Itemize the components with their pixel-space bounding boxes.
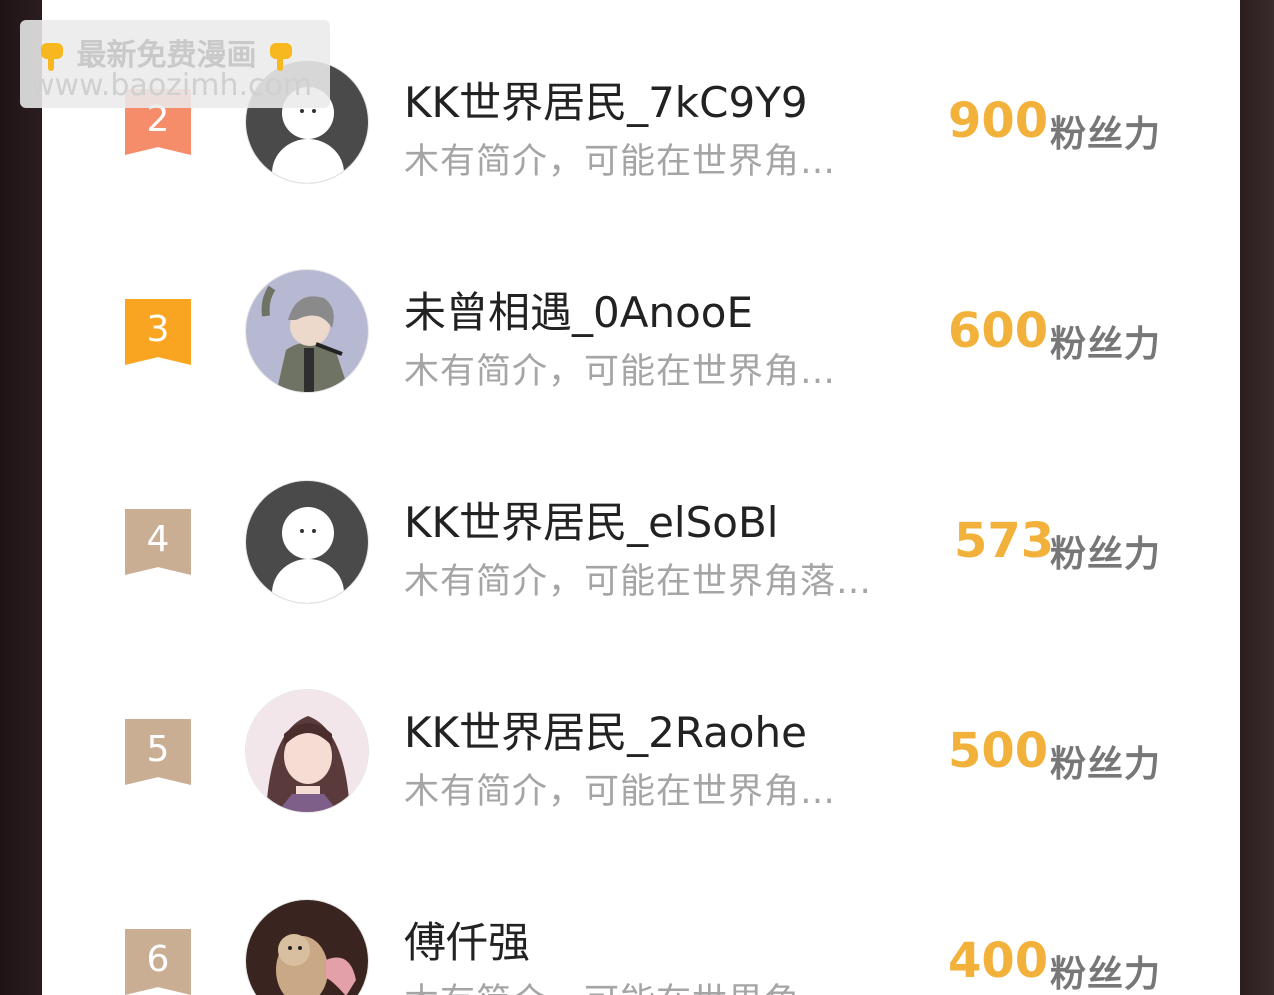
avatar[interactable] <box>245 689 369 813</box>
rank-badge: 6 <box>125 929 191 995</box>
user-bio: 木有简介，可能在世界角… <box>404 772 837 812</box>
fan-unit-label: 粉丝力 <box>1050 114 1162 155</box>
list-item[interactable]: 3 未曾相遇_0AnooE 木有简介，可能在世界角… 600 粉丝力 <box>42 257 1240 407</box>
fan-score: 600 <box>948 303 1049 359</box>
avatar[interactable] <box>245 480 369 604</box>
user-name[interactable]: 傅仟强 <box>404 909 530 970</box>
fan-score: 500 <box>948 723 1049 779</box>
fan-unit-label: 粉丝力 <box>1050 324 1162 365</box>
rank-badge: 3 <box>125 299 191 365</box>
fan-score: 400 <box>948 933 1049 989</box>
fan-unit-label: 粉丝力 <box>1050 534 1162 575</box>
list-item[interactable]: 5 KK世界居民_2Raohe 木有简介，可能在世界角… 500 粉丝力 <box>42 677 1240 827</box>
user-bio: 木有简介，可能在世界角… <box>404 352 837 392</box>
fan-ranking-list: 2 KK世界居民_7kC9Y9 木有简介，可能在世界角… 900 粉丝力 3 未… <box>42 0 1240 995</box>
list-item[interactable]: 4 KK世界居民_elSoBl 木有简介，可能在世界角落… 573 粉丝力 <box>42 467 1240 617</box>
rank-badge: 4 <box>125 509 191 575</box>
fan-score: 573 <box>954 513 1055 569</box>
user-name[interactable]: KK世界居民_elSoBl <box>404 489 778 550</box>
fan-unit-label: 粉丝力 <box>1050 744 1162 785</box>
rank-badge: 5 <box>125 719 191 785</box>
fan-unit-label: 粉丝力 <box>1050 954 1162 995</box>
watermark-url: www.baozimh.com <box>30 68 313 103</box>
user-name[interactable]: KK世界居民_2Raohe <box>404 699 807 760</box>
avatar[interactable] <box>245 269 369 393</box>
user-name[interactable]: 未曾相遇_0AnooE <box>404 279 753 340</box>
user-name[interactable]: KK世界居民_7kC9Y9 <box>404 69 808 130</box>
avatar[interactable] <box>245 899 369 995</box>
user-bio: 木有简介，可能在世界角… <box>404 973 836 995</box>
fan-score: 900 <box>948 93 1049 149</box>
watermark: 最新免费漫画 www.baozimh.com <box>20 20 330 108</box>
user-bio: 木有简介，可能在世界角落… <box>404 562 873 602</box>
user-bio: 木有简介，可能在世界角… <box>404 142 837 182</box>
list-item[interactable]: 6 傅仟强 木有简介，可能在世界角… 400 粉丝力 <box>42 887 1240 995</box>
